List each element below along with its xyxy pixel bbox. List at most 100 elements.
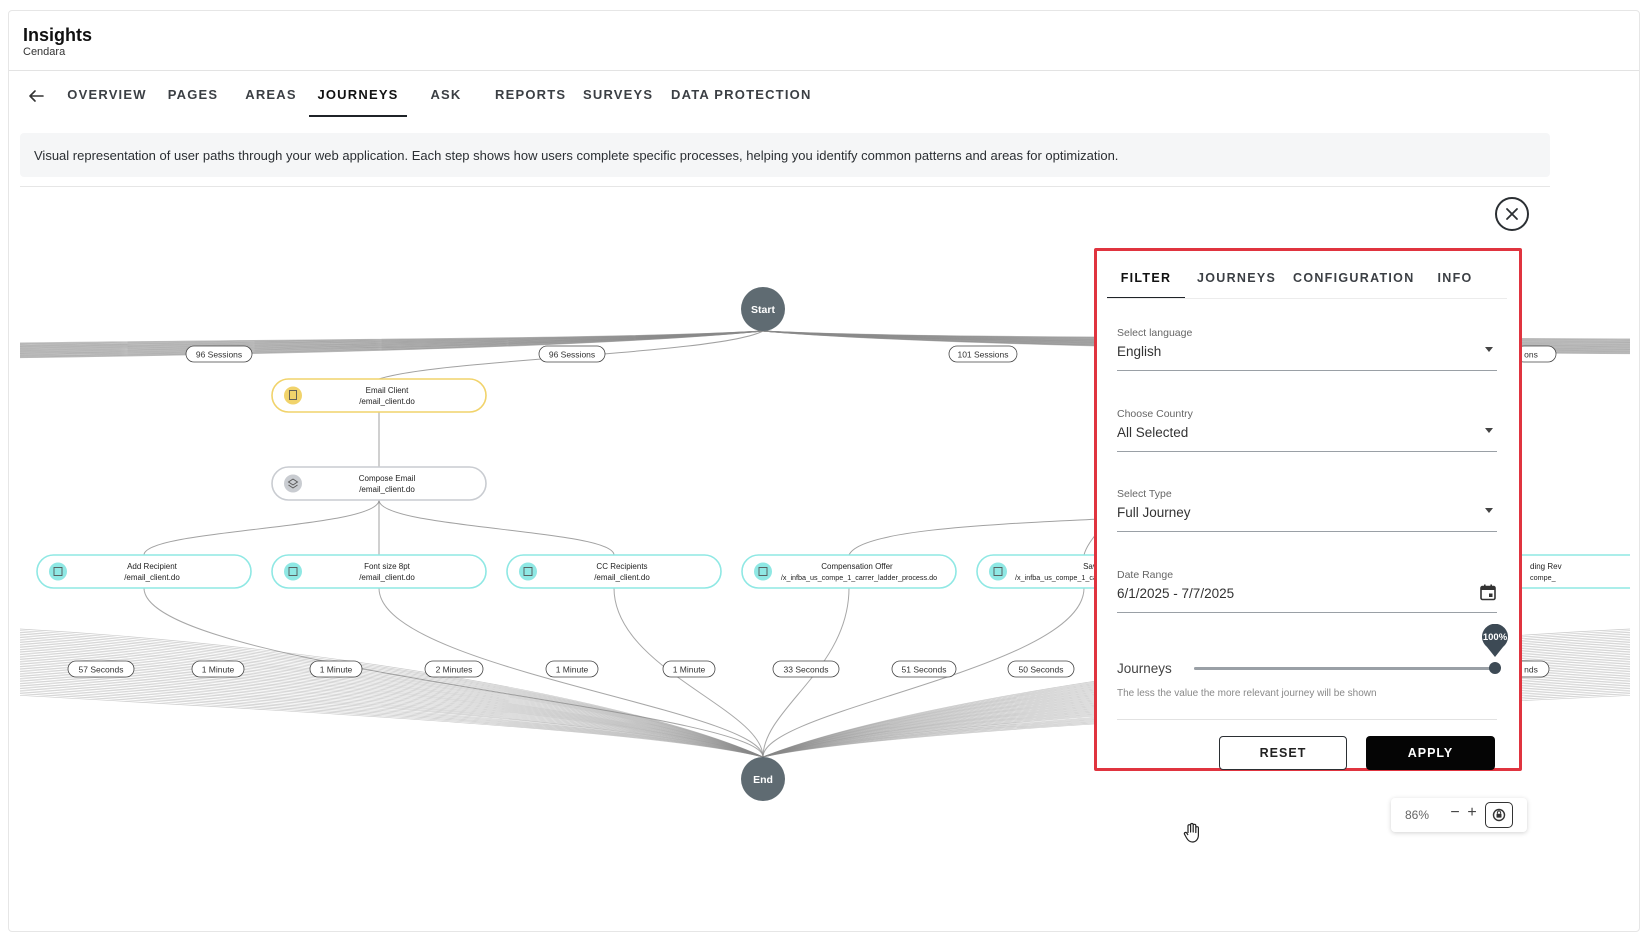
country-select[interactable]: Choose Country All Selected: [1117, 408, 1497, 452]
tab-overview[interactable]: OVERVIEW: [65, 87, 149, 117]
node-outline: [36, 554, 252, 589]
divider: [20, 186, 1550, 187]
tab-surveys[interactable]: SURVEYS: [583, 87, 652, 117]
tab-areas[interactable]: AREAS: [241, 87, 301, 117]
time-badge: 1 Minute: [309, 660, 363, 678]
divider: [1117, 719, 1497, 720]
svg-text:96 Sessions: 96 Sessions: [549, 350, 595, 360]
start-node[interactable]: Start: [741, 287, 785, 331]
svg-text:Email Client: Email Client: [366, 386, 409, 395]
time-badge: 1 Minute: [545, 660, 599, 678]
journeys-slider-knob[interactable]: [1489, 662, 1501, 674]
tab-reports[interactable]: REPORTS: [495, 87, 565, 117]
time-badge: 1 Minute: [191, 660, 245, 678]
document-icon: [284, 386, 302, 405]
svg-text:nds: nds: [1524, 665, 1538, 675]
zoom-level: 86%: [1405, 808, 1430, 822]
zoom-out-button[interactable]: −: [1448, 804, 1462, 824]
svg-text:CC Recipients: CC Recipients: [596, 562, 647, 571]
time-badge: 50 Seconds: [1007, 660, 1075, 678]
field-value: English: [1117, 344, 1162, 359]
tab-data-protection[interactable]: DATA PROTECTION: [671, 87, 810, 117]
node-outline: [271, 378, 487, 413]
svg-text:ons: ons: [1524, 350, 1538, 360]
svg-text:/x_infba_us_compe_1_ca: /x_infba_us_compe_1_ca: [1015, 573, 1097, 582]
node-outline: [271, 554, 487, 589]
field-label: Choose Country: [1117, 408, 1193, 420]
list-icon: [519, 562, 537, 581]
svg-text:50 Seconds: 50 Seconds: [1019, 665, 1064, 675]
filter-panel: FILTER JOURNEYS CONFIGURATION INFO Selec…: [1094, 248, 1522, 771]
node-outline: [506, 554, 722, 589]
tab-journeys[interactable]: JOURNEYS: [309, 87, 407, 117]
svg-text:57 Seconds: 57 Seconds: [79, 665, 124, 675]
panel-tab-configuration[interactable]: CONFIGURATION: [1293, 271, 1413, 299]
fit-view-icon: [1492, 808, 1506, 822]
language-select[interactable]: Select language English: [1117, 327, 1497, 371]
zoom-in-button[interactable]: +: [1465, 804, 1479, 824]
divider: [1107, 298, 1507, 299]
svg-text:/email_client.do: /email_client.do: [359, 397, 415, 406]
field-label: Date Range: [1117, 569, 1174, 581]
journeys-slider-fill: [1194, 667, 1498, 670]
slider-hint: The less the value the more relevant jou…: [1117, 688, 1377, 699]
close-button[interactable]: [1495, 197, 1529, 231]
time-badge: 57 Seconds: [67, 660, 135, 678]
layers-icon: [284, 474, 302, 493]
apply-button[interactable]: APPLY: [1366, 736, 1495, 770]
svg-text:/email_client.do: /email_client.do: [359, 573, 415, 582]
session-badge: 96 Sessions: [185, 345, 253, 363]
date-range-field[interactable]: Date Range 6/1/2025 - 7/7/2025: [1117, 569, 1497, 613]
fit-view-button[interactable]: [1485, 802, 1513, 828]
panel-tab-filter[interactable]: FILTER: [1107, 271, 1185, 299]
app-header: Insights Cendara: [9, 11, 1639, 71]
time-badge: 33 Seconds: [772, 660, 840, 678]
journey-node-compose-email[interactable]: Compose Email /email_client.do: [271, 466, 487, 501]
caret-down-icon: [1485, 428, 1493, 433]
caret-down-icon: [1485, 347, 1493, 352]
slider-value-bubble: 100%: [1481, 623, 1509, 658]
svg-text:/x_infba_us_compe_1_carrer_lad: /x_infba_us_compe_1_carrer_ladder_proces…: [781, 573, 937, 582]
panel-tab-journeys[interactable]: JOURNEYS: [1197, 271, 1275, 299]
reset-button[interactable]: RESET: [1219, 736, 1347, 770]
svg-text:1 Minute: 1 Minute: [202, 665, 235, 675]
list-icon: [49, 562, 67, 581]
journey-node-add-recipient[interactable]: Add Recipient /email_client.do: [36, 554, 252, 589]
journey-node-compensation-offer[interactable]: Compensation Offer /x_infba_us_compe_1_c…: [741, 554, 957, 589]
page-description: Visual representation of user paths thro…: [20, 133, 1550, 177]
field-value: 6/1/2025 - 7/7/2025: [1117, 586, 1235, 601]
flow-line: [143, 499, 380, 556]
tab-pages[interactable]: PAGES: [165, 87, 221, 117]
svg-text:/email_client.do: /email_client.do: [124, 573, 180, 582]
field-label: Select language: [1117, 327, 1193, 339]
calendar-icon[interactable]: [1479, 583, 1497, 601]
type-select[interactable]: Select Type Full Journey: [1117, 488, 1497, 532]
tab-ask[interactable]: ASK: [427, 87, 465, 117]
back-button[interactable]: [23, 83, 49, 109]
svg-text:1 Minute: 1 Minute: [556, 665, 589, 675]
start-label: Start: [751, 304, 775, 316]
time-badge: 2 Minutes: [424, 660, 484, 678]
session-badge: ons: [1515, 345, 1557, 363]
zoom-controls: 86% − +: [1391, 798, 1527, 832]
svg-text:Add Recipient: Add Recipient: [127, 562, 178, 571]
svg-text:96 Sessions: 96 Sessions: [196, 350, 242, 360]
caret-down-icon: [1485, 508, 1493, 513]
svg-text:/email_client.do: /email_client.do: [594, 573, 650, 582]
slider-value: 100%: [1482, 632, 1508, 643]
journeys-slider-track[interactable]: [1194, 667, 1498, 670]
field-label: Select Type: [1117, 488, 1172, 500]
flow-line: [20, 674, 764, 758]
svg-text:Compensation Offer: Compensation Offer: [821, 562, 893, 571]
end-node[interactable]: End: [741, 757, 785, 801]
page-title: Insights: [23, 25, 93, 45]
journey-node-cc-recipients[interactable]: CC Recipients /email_client.do: [506, 554, 722, 589]
panel-tab-info[interactable]: INFO: [1433, 271, 1477, 299]
field-value: All Selected: [1117, 425, 1189, 440]
field-value: Full Journey: [1117, 505, 1191, 520]
list-icon: [989, 562, 1007, 581]
svg-text:ding Rev: ding Rev: [1530, 562, 1562, 571]
svg-text:1 Minute: 1 Minute: [320, 665, 353, 675]
journey-node-font-size[interactable]: Font size 8pt /email_client.do: [271, 554, 487, 589]
journey-node-email-client[interactable]: Email Client /email_client.do: [271, 378, 487, 413]
